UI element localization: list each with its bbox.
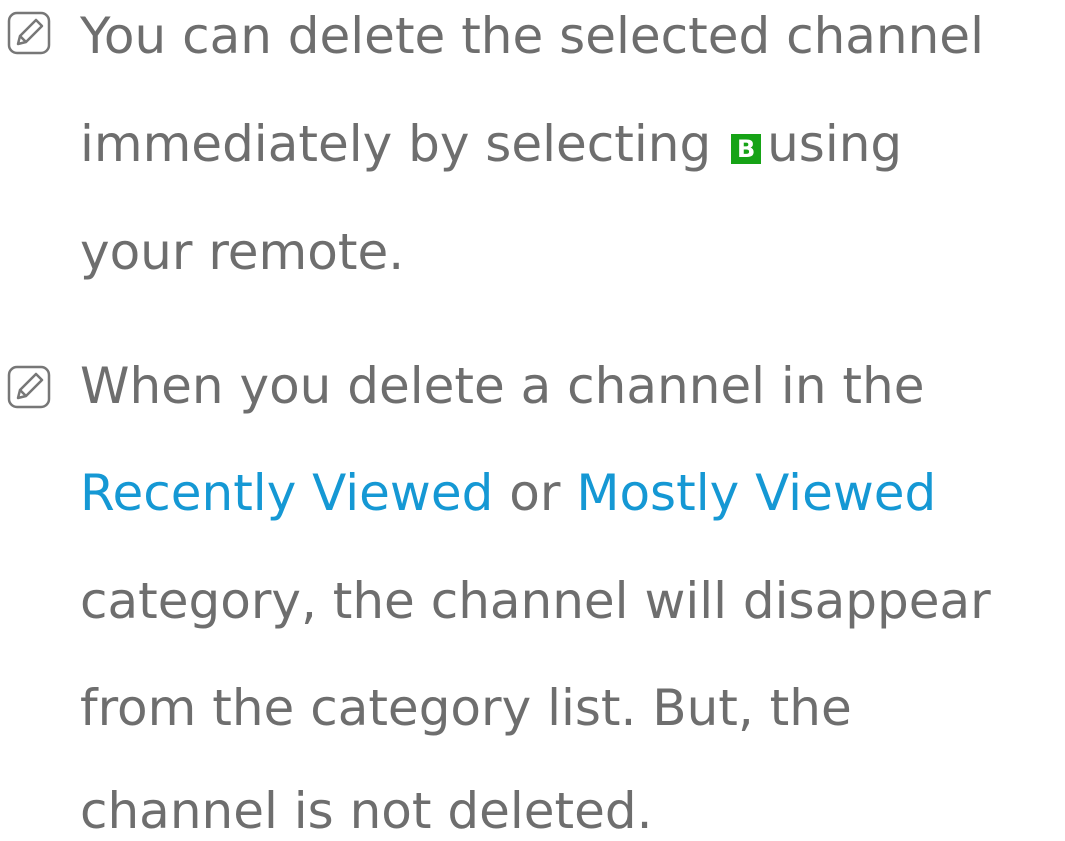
note-1-line-3: your remote. (80, 223, 405, 281)
note-1-line-2-text-before: immediately by selecting (80, 115, 712, 173)
b-button-icon: B (731, 134, 762, 164)
note-2-line-4: from the category list. But, the (80, 679, 852, 737)
recently-viewed-link: Recently Viewed (80, 464, 494, 522)
note-pencil-icon (6, 364, 52, 410)
note-1-line-2-text-after: using (767, 115, 903, 173)
mostly-viewed-link: Mostly Viewed (576, 464, 937, 522)
note-2-line-1: When you delete a channel in the (80, 357, 925, 415)
note-2-line-5: channel is not deleted. (80, 782, 653, 840)
note-1-line-1: You can delete the selected channel (80, 7, 984, 65)
note-2-line-2: Recently Viewed or Mostly Viewed (80, 463, 936, 523)
note-2-line-3: category, the channel will disappear (80, 572, 991, 630)
note-pencil-icon (6, 10, 52, 56)
note-2-line-2-or: or (509, 464, 561, 522)
note-1-line-2: immediately by selecting Busing (80, 114, 902, 174)
